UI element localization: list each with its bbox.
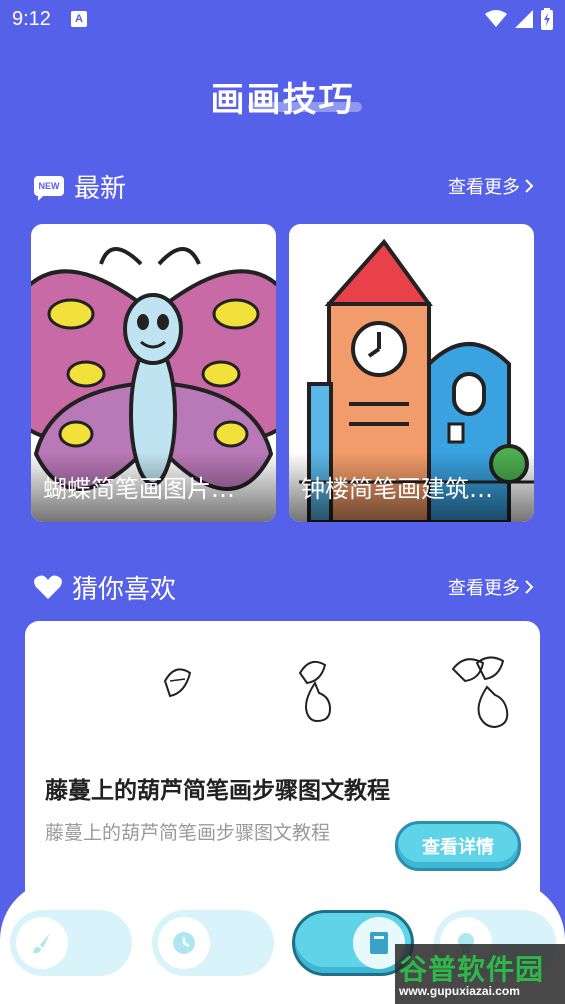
gourd-steps-image [163, 656, 509, 729]
notification-a-icon: A [70, 11, 87, 27]
new-badge-icon: NEW [34, 176, 64, 201]
view-details-button[interactable]: 查看详情 [395, 821, 521, 871]
guess-section-title: 猜你喜欢 [72, 574, 177, 605]
guess-more-label: 查看更多 [448, 578, 520, 599]
watermark-main: 谷普软件园 [399, 953, 545, 986]
brush-icon [16, 917, 68, 969]
nav-tab-clock[interactable] [152, 910, 274, 976]
chevron-right-icon [525, 580, 534, 594]
nav-tab-brush[interactable] [10, 910, 132, 976]
clock-icon [158, 917, 210, 969]
heart-icon [34, 575, 62, 599]
status-icons [485, 8, 553, 30]
latest-card-clocktower[interactable]: 钟楼简笔画建筑… [289, 224, 534, 522]
watermark: 谷普软件园 www.gupuxiazai.com [395, 944, 565, 1004]
status-bar: 9:12 A [0, 0, 565, 38]
recommended-card[interactable]: 藤蔓上的葫芦简笔画步骤图文教程 藤蔓上的葫芦简笔画步骤图文教程 查看详情 [25, 621, 540, 921]
watermark-url: www.gupuxiazai.com [399, 984, 520, 998]
latest-section-title: 最新 [74, 173, 127, 204]
guess-section-header: 猜你喜欢 查看更多 [34, 569, 534, 605]
latest-card-caption: 蝴蝶简笔画图片… [31, 452, 276, 522]
signal-icon [515, 10, 533, 28]
recommended-card-title: 藤蔓上的葫芦简笔画步骤图文教程 [45, 778, 390, 804]
latest-section-header: NEW 最新 查看更多 [34, 168, 534, 204]
latest-card-butterfly[interactable]: 蝴蝶简笔画图片… [31, 224, 276, 522]
guess-more-link[interactable]: 查看更多 [448, 574, 534, 600]
page-title: 画画技巧 [210, 80, 355, 120]
recommended-card-desc: 藤蔓上的葫芦简笔画步骤图文教程 [45, 822, 331, 844]
chevron-right-icon [525, 179, 534, 193]
latest-card-caption: 钟楼简笔画建筑… [289, 452, 534, 522]
battery-icon [541, 8, 553, 30]
wifi-icon [485, 10, 507, 27]
latest-more-link[interactable]: 查看更多 [448, 173, 534, 199]
latest-more-label: 查看更多 [448, 177, 520, 198]
status-time: 9:12 [12, 7, 51, 30]
